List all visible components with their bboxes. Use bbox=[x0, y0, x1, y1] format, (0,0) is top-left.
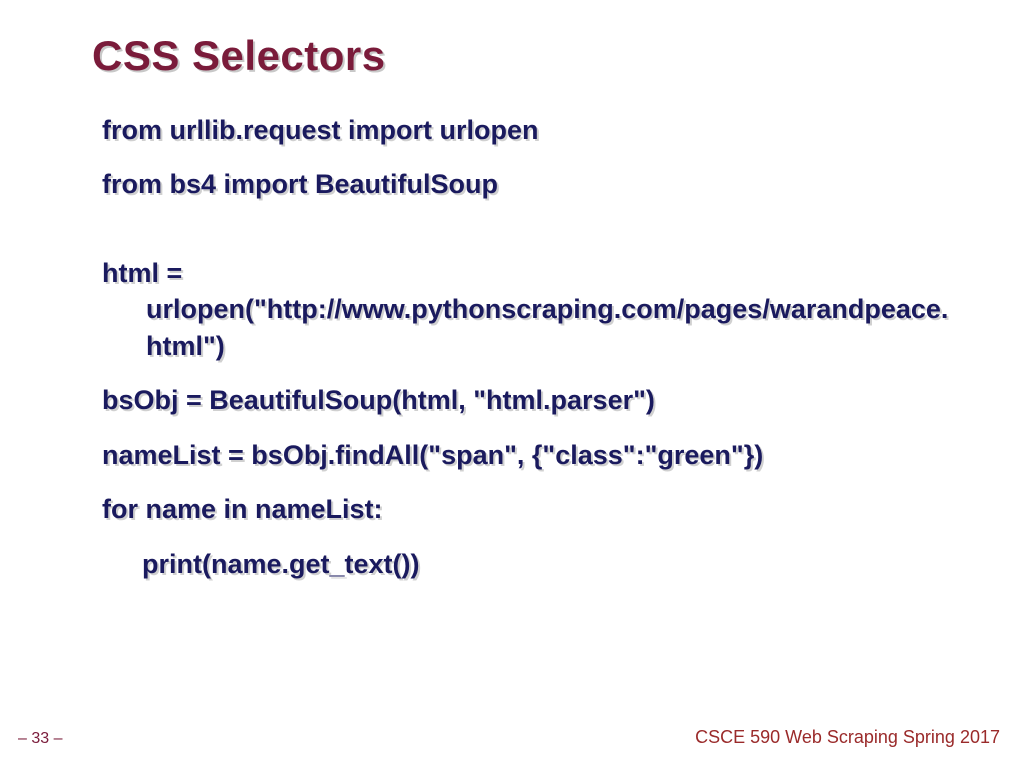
slide-body: from urllib.request import urlopen from … bbox=[102, 112, 964, 600]
page-number: – 33 – bbox=[18, 730, 62, 748]
code-line: nameList = bsObj.findAll("span", {"class… bbox=[102, 437, 964, 473]
footer-text: CSCE 590 Web Scraping Spring 2017 bbox=[695, 727, 1000, 748]
code-line: from bs4 import BeautifulSoup bbox=[102, 166, 964, 202]
code-line: print(name.get_text()) bbox=[102, 546, 964, 582]
slide-title: CSS Selectors bbox=[92, 32, 386, 80]
code-line: from urllib.request import urlopen bbox=[102, 112, 964, 148]
slide: CSS Selectors from urllib.request import… bbox=[0, 0, 1024, 768]
code-line: html = urlopen("http://www.pythonscrapin… bbox=[102, 255, 964, 364]
blank-line bbox=[102, 221, 964, 255]
code-line: bsObj = BeautifulSoup(html, "html.parser… bbox=[102, 382, 964, 418]
code-line: for name in nameList: bbox=[102, 491, 964, 527]
